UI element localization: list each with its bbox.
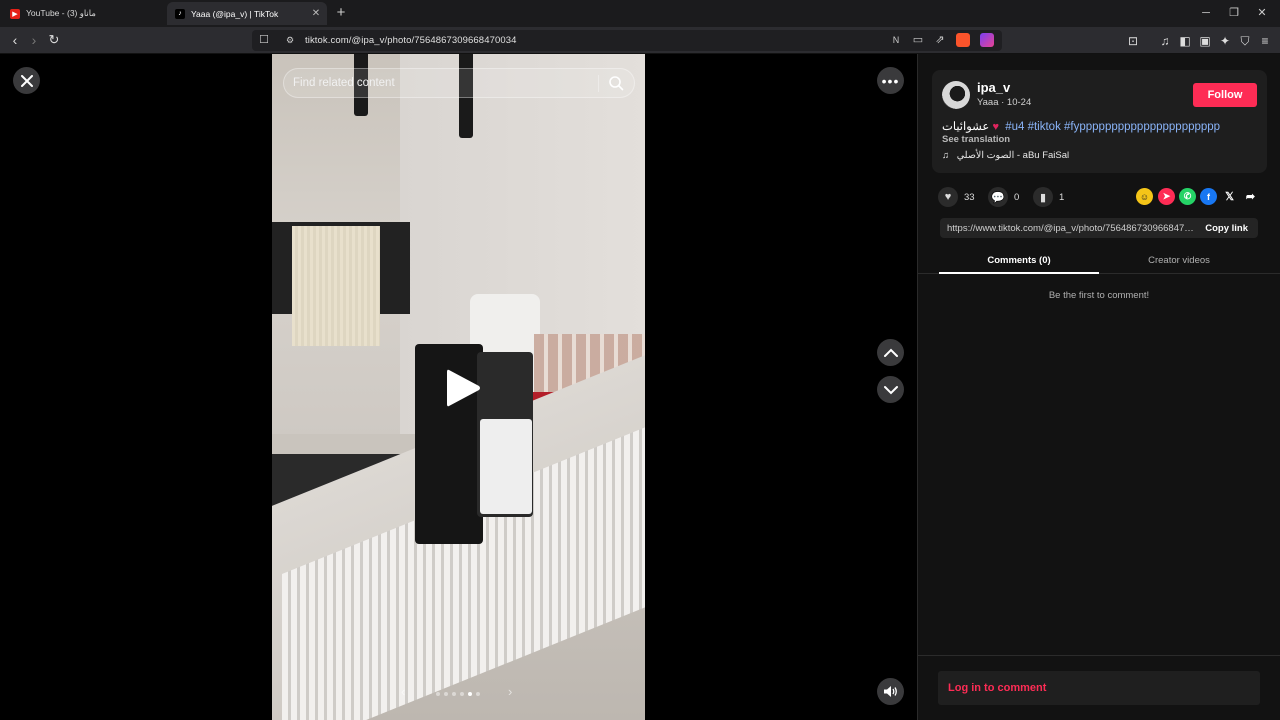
copy-link-button[interactable]: Copy link [1205,223,1248,234]
carousel-dot[interactable] [436,692,440,696]
bookmark-icon: ▮ [1033,187,1053,207]
photo-viewer: Find related content ••• ‹ › [0,54,917,720]
search-placeholder: Find related content [293,77,395,89]
more-share-icon[interactable]: ➦ [1242,188,1259,205]
url-text: tiktok.com/@ipa_v/photo/7564867309668470… [305,35,517,46]
volume-button[interactable] [877,678,904,705]
music-link[interactable]: ♫ الصوت الأصلي - aBu FaiSal [942,150,1069,161]
tab-youtube[interactable]: ▶ YouTube - ماناو (3) [2,2,162,25]
close-viewer-button[interactable] [13,67,40,94]
carousel-dot-active[interactable] [468,692,472,696]
leo-ai-icon[interactable]: ✦ [1217,33,1233,49]
post-details-panel: ipa_v Yaaa · 10-24 Follow عشوائيات ♥ #u4… [917,54,1280,720]
minimize-icon[interactable]: ─ [1196,4,1216,22]
volume-icon [884,686,897,697]
avatar[interactable] [942,81,970,109]
media-icon[interactable]: ♫ [1157,33,1173,49]
active-tab-indicator [939,272,1099,274]
post-caption: عشوائيات ♥ #u4 #tiktok #fypppppppppppppp… [942,119,1220,133]
follow-button[interactable]: Follow [1193,83,1257,107]
new-tab-button[interactable]: + [333,4,349,22]
post-actions: ♥ 33 💬 0 ▮ 1 ☺ ➤ ✆ f 𝕏 ➦ [938,187,1268,207]
comment-login-bar: Log in to comment [918,655,1280,720]
like-count: 33 [964,191,975,203]
chevron-up-icon [883,348,898,357]
music-note-icon: ♫ [942,150,950,161]
more-options-button[interactable]: ••• [877,67,904,94]
comment-count: 0 [1014,191,1020,203]
close-icon [20,74,33,87]
caption-hashtags[interactable]: #u4 #tiktok #fypppppppppppppppppppppp [1005,121,1220,133]
vpn-icon[interactable]: ⛉ [1237,33,1253,49]
ellipsis-icon: ••• [881,72,900,89]
share-link-text[interactable]: https://www.tiktok.com/@ipa_v/photo/7564… [947,223,1195,234]
chevron-down-icon [883,385,898,394]
next-post-button[interactable] [877,376,904,403]
comments-empty-state: Be the first to comment! [1048,290,1150,301]
browser-toolbar: ‹ › ↻ ☐ ⚙ tiktok.com/@ipa_v/photo/756486… [0,27,1280,54]
tab-creator-videos[interactable]: Creator videos [1099,255,1259,266]
tab-tiktok[interactable]: ♪ Yaaa (@ipa_v) | TikTok ✕ [167,2,327,25]
post-info-card: ipa_v Yaaa · 10-24 Follow عشوائيات ♥ #u4… [932,70,1267,173]
sidebar-icon[interactable]: ◧ [1177,33,1193,49]
music-title: الصوت الأصلي - aBu FaiSal [956,150,1070,161]
restore-icon[interactable]: ❐ [1224,4,1244,22]
brave-rewards-icon[interactable] [980,33,994,47]
reader-mode-icon[interactable]: N [888,32,904,48]
tab-title: Yaaa (@ipa_v) | TikTok [191,8,279,19]
login-to-comment-button[interactable]: Log in to comment [938,671,1260,705]
close-tab-icon[interactable]: ✕ [309,8,323,19]
site-info-icon[interactable]: ⚙ [282,32,298,48]
save-button[interactable]: ▮ 1 [1033,187,1064,207]
author-username[interactable]: ipa_v [977,80,1010,95]
bookmark-icon[interactable]: ☐ [256,32,272,48]
share-page-icon[interactable]: ⇗ [932,32,948,48]
previous-post-button[interactable] [877,339,904,366]
carousel-next-icon[interactable]: › [508,684,512,699]
heart-emoji-icon: ♥ [992,121,999,133]
comment-tabs: Comments (0) Creator videos [918,250,1280,274]
brave-shields-icon[interactable] [956,33,970,47]
tab-search-icon[interactable]: ⊡ [1125,33,1141,49]
like-button[interactable]: ♥ 33 [938,187,975,207]
tab-title: YouTube - ماناو (3) [26,8,96,18]
forward-button[interactable]: › [25,31,43,49]
login-to-comment-label: Log in to comment [948,682,1047,694]
search-icon[interactable] [608,75,624,91]
wallet-icon[interactable]: ▣ [1197,33,1213,49]
heart-icon: ♥ [938,187,958,207]
send-to-friends-icon[interactable]: ➤ [1158,188,1175,205]
carousel-dot[interactable] [444,692,448,696]
reload-button[interactable]: ↻ [45,31,63,49]
browser-tab-strip: ▶ YouTube - ماناو (3) ♪ Yaaa (@ipa_v) | … [0,0,1280,27]
youtube-icon: ▶ [10,8,20,19]
cast-icon[interactable]: ▭ [910,32,926,48]
facebook-icon[interactable]: f [1200,188,1217,205]
caption-text: عشوائيات [942,121,990,133]
tab-comments[interactable]: Comments (0) [939,255,1099,266]
x-twitter-icon[interactable]: 𝕏 [1221,188,1238,205]
whatsapp-icon[interactable]: ✆ [1179,188,1196,205]
friends-share-icon[interactable]: ☺ [1136,188,1153,205]
tiktok-icon: ♪ [175,8,185,19]
save-count: 1 [1059,191,1065,203]
share-link-box: https://www.tiktok.com/@ipa_v/photo/7564… [940,218,1258,238]
play-icon[interactable] [443,367,483,409]
menu-icon[interactable]: ≡ [1257,33,1273,49]
carousel-dot[interactable] [476,692,480,696]
search-bar[interactable]: Find related content [283,68,635,98]
back-button[interactable]: ‹ [6,31,24,49]
comment-icon: 💬 [988,187,1008,207]
carousel-dot[interactable] [452,692,456,696]
carousel-prev-icon[interactable]: ‹ [401,684,405,699]
address-bar[interactable]: ☐ ⚙ tiktok.com/@ipa_v/photo/756486730966… [252,30,1002,51]
close-window-icon[interactable]: ✕ [1252,4,1272,22]
carousel-indicator [436,692,480,696]
carousel-dot[interactable] [460,692,464,696]
author-meta: Yaaa · 10-24 [977,97,1032,108]
see-translation-link[interactable]: See translation [942,134,1010,145]
comment-button[interactable]: 💬 0 [988,187,1019,207]
